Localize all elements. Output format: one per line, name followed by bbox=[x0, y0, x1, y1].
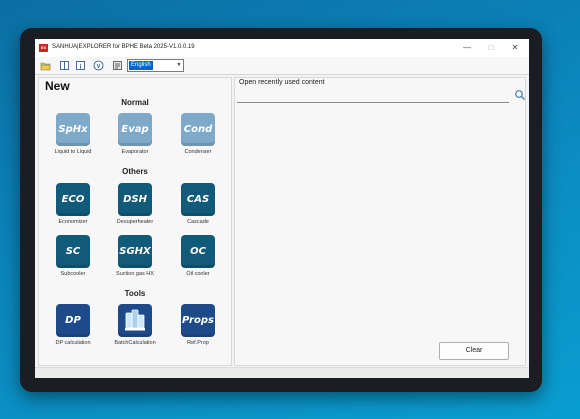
tile-label: Condenser bbox=[184, 149, 212, 155]
tile-label: Subcooler bbox=[60, 271, 86, 277]
language-value: English bbox=[129, 61, 153, 70]
cas-icon: CAS bbox=[181, 183, 215, 216]
folder-icon[interactable] bbox=[40, 60, 51, 71]
tile-batch-calculation[interactable]: BatchCalculation bbox=[107, 304, 163, 360]
chevron-down-icon: ▼ bbox=[176, 62, 182, 68]
window-title: SANHUA|EXPLORER for BPHE Beta 2025-V1.0.… bbox=[52, 44, 195, 50]
tile-evaporator[interactable]: Evap Evaporator bbox=[107, 113, 163, 169]
svg-text:V: V bbox=[97, 64, 101, 70]
tile-economizer[interactable]: ECO Economizer bbox=[45, 183, 101, 239]
tile-label: Ref.Prop bbox=[187, 340, 209, 346]
tile-dp-calculation[interactable]: DP DP calculation bbox=[45, 304, 101, 360]
tile-label: Oil cooler bbox=[186, 271, 210, 277]
status-bar bbox=[35, 367, 529, 378]
book-icon[interactable] bbox=[59, 60, 70, 71]
tile-label: DP calculation bbox=[55, 340, 91, 346]
clear-button[interactable]: Clear bbox=[439, 342, 509, 360]
tile-liquid-to-liquid[interactable]: SpHx Liquid to Liquid bbox=[45, 113, 101, 169]
sghx-icon: SGHX bbox=[118, 235, 152, 268]
recent-content-panel: Open recently used content Clear bbox=[234, 77, 526, 366]
tile-label: Liquid to Liquid bbox=[54, 149, 92, 155]
sphx-icon: SpHx bbox=[56, 113, 90, 146]
tile-suction-gas-hx[interactable]: SGHX Suction gas HX bbox=[107, 235, 163, 291]
eco-icon: ECO bbox=[56, 183, 90, 216]
close-button[interactable]: ✕ bbox=[505, 41, 525, 55]
search-icon[interactable] bbox=[514, 89, 526, 101]
tile-label: Evaporator bbox=[121, 149, 149, 155]
tile-label: Suction gas HX bbox=[116, 271, 154, 277]
tile-condenser[interactable]: Cond Condenser bbox=[170, 113, 226, 169]
recent-heading: Open recently used content bbox=[239, 79, 325, 86]
minimize-button[interactable]: — bbox=[457, 41, 477, 55]
recent-search-field[interactable] bbox=[237, 102, 509, 103]
evap-icon: Evap bbox=[118, 113, 152, 146]
tile-label: Desuperheater bbox=[116, 219, 154, 225]
batch-calculation-icon bbox=[118, 304, 152, 337]
section-normal-title: Normal bbox=[121, 98, 149, 107]
toolbar: i V English ▼ bbox=[35, 57, 529, 75]
app-logo-icon: EX bbox=[39, 44, 48, 52]
language-select[interactable]: English ▼ bbox=[127, 59, 184, 72]
maximize-button[interactable]: □ bbox=[481, 41, 501, 55]
dp-icon: DP bbox=[56, 304, 90, 337]
tile-cascade[interactable]: CAS Cascade bbox=[170, 183, 226, 239]
section-others-title: Others bbox=[122, 167, 148, 176]
tile-label: BatchCalculation bbox=[114, 340, 156, 346]
tile-label: Economizer bbox=[58, 219, 88, 225]
tile-ref-prop[interactable]: Props Ref.Prop bbox=[170, 304, 226, 360]
section-tools-title: Tools bbox=[124, 289, 146, 298]
dsh-icon: DSH bbox=[118, 183, 152, 216]
title-bar: EX SANHUA|EXPLORER for BPHE Beta 2025-V1… bbox=[35, 39, 529, 57]
new-heading: New bbox=[45, 79, 70, 93]
settings-icon[interactable] bbox=[112, 60, 123, 71]
tile-desuperheater[interactable]: DSH Desuperheater bbox=[107, 183, 163, 239]
new-panel: New Normal SpHx Liquid to Liquid Evap Ev… bbox=[38, 77, 232, 366]
sc-icon: SC bbox=[56, 235, 90, 268]
props-icon: Props bbox=[181, 304, 215, 337]
oc-icon: OC bbox=[181, 235, 215, 268]
tile-label: Cascade bbox=[187, 219, 209, 225]
tile-oil-cooler[interactable]: OC Oil cooler bbox=[170, 235, 226, 291]
tile-subcooler[interactable]: SC Subcooler bbox=[45, 235, 101, 291]
app-window: EX SANHUA|EXPLORER for BPHE Beta 2025-V1… bbox=[35, 39, 529, 378]
version-icon[interactable]: V bbox=[93, 60, 104, 71]
cond-icon: Cond bbox=[181, 113, 215, 146]
info-icon[interactable]: i bbox=[75, 60, 86, 71]
